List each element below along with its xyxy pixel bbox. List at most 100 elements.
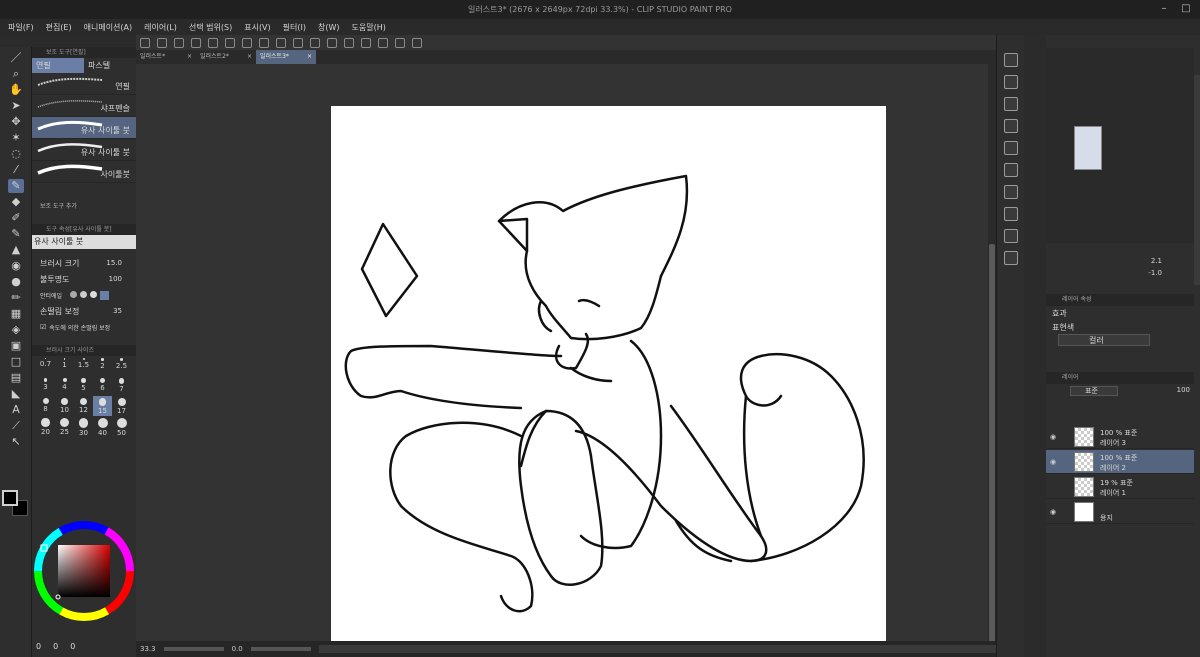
navigator-rotation[interactable]: -1.0: [1148, 269, 1162, 277]
brush-item[interactable]: 샤프펜슬: [32, 95, 136, 117]
zoom-slider[interactable]: [163, 647, 224, 651]
doc-tab-active[interactable]: 일러스트3* ×: [256, 50, 316, 64]
eyedropper-icon[interactable]: ⁄: [8, 163, 24, 177]
brush-size-option[interactable]: 1.5: [74, 356, 93, 376]
navigator-zoom[interactable]: 2.1: [1151, 257, 1162, 265]
close-icon[interactable]: ×: [307, 50, 312, 64]
open-file-icon[interactable]: [174, 37, 184, 48]
sparkle-icon[interactable]: ✶: [8, 131, 24, 145]
layer-row[interactable]: 19 % 표준 레이어 1: [1046, 475, 1194, 499]
hand-icon[interactable]: ✋: [8, 83, 24, 97]
brush-size-option[interactable]: 30: [74, 416, 93, 437]
zoom-icon[interactable]: ⌕: [8, 67, 24, 81]
checkbox-icon[interactable]: ☑: [40, 323, 46, 331]
help-icon[interactable]: [412, 37, 422, 48]
minimize-icon[interactable]: –: [1158, 3, 1170, 15]
brush-size-option[interactable]: 5: [74, 376, 93, 396]
pencil-tool-icon[interactable]: ✎: [8, 179, 24, 193]
search-icon[interactable]: [1004, 53, 1018, 67]
brush-size-option[interactable]: 20: [36, 416, 55, 436]
navigator-panel[interactable]: [1046, 48, 1194, 243]
menu-edit[interactable]: 편집(E): [46, 22, 72, 33]
operation-icon[interactable]: ➤: [8, 99, 24, 113]
correct-line-icon[interactable]: ⟋: [8, 419, 24, 433]
brush-size-value[interactable]: 15.0: [106, 259, 122, 267]
brush-size-option[interactable]: 12: [74, 396, 93, 416]
grid-icon[interactable]: ▦: [8, 307, 24, 321]
brush-size-option[interactable]: 15: [93, 396, 112, 416]
decoration-icon[interactable]: ✎: [8, 227, 24, 241]
gradient-icon[interactable]: ▣: [8, 339, 24, 353]
brush-item[interactable]: 연필: [32, 73, 136, 95]
clear-icon[interactable]: [259, 37, 269, 48]
snap-grid-icon[interactable]: [378, 37, 388, 48]
eye-icon[interactable]: ◉: [1050, 508, 1056, 516]
blend-mode-select[interactable]: 표준: [1070, 386, 1118, 396]
brush-size-option[interactable]: 8: [36, 396, 55, 416]
redo-icon[interactable]: [225, 37, 235, 48]
doc-tab[interactable]: 일러스트* ×: [136, 50, 196, 64]
frame-icon[interactable]: ▤: [8, 371, 24, 385]
expression-color-select[interactable]: 컬러: [1058, 334, 1150, 346]
eye-icon[interactable]: ◉: [1050, 458, 1056, 466]
deselect-icon[interactable]: [310, 37, 320, 48]
horizontal-scrollbar[interactable]: [318, 645, 996, 653]
brush-item[interactable]: 사이툴붓: [32, 161, 136, 183]
brush-size-option[interactable]: 50: [112, 416, 131, 437]
pen-icon[interactable]: ／: [8, 51, 24, 65]
brush-size-option[interactable]: 4: [55, 376, 74, 396]
blend-icon[interactable]: ◉: [8, 259, 24, 273]
speed-stabilization-row[interactable]: ☑ 속도에 의한 손떨림 보정: [32, 319, 136, 335]
add-sub-tool[interactable]: 보조 도구 추가: [32, 197, 136, 210]
brush-size-option[interactable]: 1: [55, 356, 74, 376]
menu-view[interactable]: 표시(V): [244, 22, 270, 33]
anti-alias-options[interactable]: [70, 291, 109, 300]
rotation-value[interactable]: 0.0: [232, 645, 243, 653]
invert-selection-icon[interactable]: [327, 37, 337, 48]
layer-row-selected[interactable]: ◉ 100 % 표준 레이어 2: [1046, 450, 1194, 474]
list-icon[interactable]: [1004, 229, 1018, 243]
close-icon[interactable]: ×: [187, 50, 192, 64]
color-value-3[interactable]: 0: [70, 642, 75, 651]
close-icon[interactable]: ×: [247, 50, 252, 64]
brush-item[interactable]: 유사 사이툴 붓: [32, 139, 136, 161]
doc-tab[interactable]: 일러스트2* ×: [196, 50, 256, 64]
fill-icon[interactable]: [276, 37, 286, 48]
lasso-icon[interactable]: ◌: [8, 147, 24, 161]
tab-pencil[interactable]: 연필: [32, 58, 84, 73]
eye-icon[interactable]: ◉: [1050, 433, 1056, 441]
brush-size-option[interactable]: 2.5: [112, 356, 131, 376]
layer-row[interactable]: ◉ 100 % 표준 레이어 3: [1046, 425, 1194, 449]
color-wheel[interactable]: [32, 495, 136, 635]
transform-icon[interactable]: [293, 37, 303, 48]
menu-layer[interactable]: 레이어(L): [144, 22, 177, 33]
zoom-value[interactable]: 33.3: [140, 645, 156, 653]
image-icon[interactable]: [1004, 163, 1018, 177]
brush-size-option[interactable]: 0.7: [36, 356, 55, 376]
menu-window[interactable]: 창(W): [318, 22, 340, 33]
main-color-swatch[interactable]: [2, 490, 18, 506]
balloon-icon[interactable]: ◣: [8, 387, 24, 401]
brush-size-option[interactable]: 10: [55, 396, 74, 416]
brush-size-option[interactable]: 40: [93, 416, 112, 437]
menu-animation[interactable]: 애니메이션(A): [84, 22, 133, 33]
layer-row[interactable]: ◉ 용지: [1046, 500, 1194, 524]
device-icon[interactable]: [395, 37, 405, 48]
menu-selection[interactable]: 선택 범위(S): [189, 22, 232, 33]
anti-alias-row[interactable]: 안티에일: [32, 287, 136, 303]
eraser-icon[interactable]: ◆: [8, 195, 24, 209]
stabilization-value[interactable]: 35: [113, 307, 122, 315]
ink-icon[interactable]: ✏: [8, 291, 24, 305]
brush-size-option[interactable]: 6: [93, 376, 112, 396]
navigator-scrollbar[interactable]: [1194, 75, 1200, 285]
brush-size-option[interactable]: 7: [112, 376, 131, 396]
rotation-slider[interactable]: [250, 647, 311, 651]
brush-item[interactable]: 유사 사이툴 붓: [32, 117, 136, 139]
home-icon[interactable]: [140, 37, 150, 48]
brush-size-option[interactable]: 17: [112, 396, 131, 416]
selection-arrow-icon[interactable]: ↖: [8, 435, 24, 449]
canvas-vertical-scrollbar[interactable]: [988, 64, 996, 654]
brush-size-option[interactable]: 25: [55, 416, 74, 436]
tab-pastel[interactable]: 파스텔: [84, 58, 136, 73]
menu-help[interactable]: 도움말(H): [352, 22, 386, 33]
